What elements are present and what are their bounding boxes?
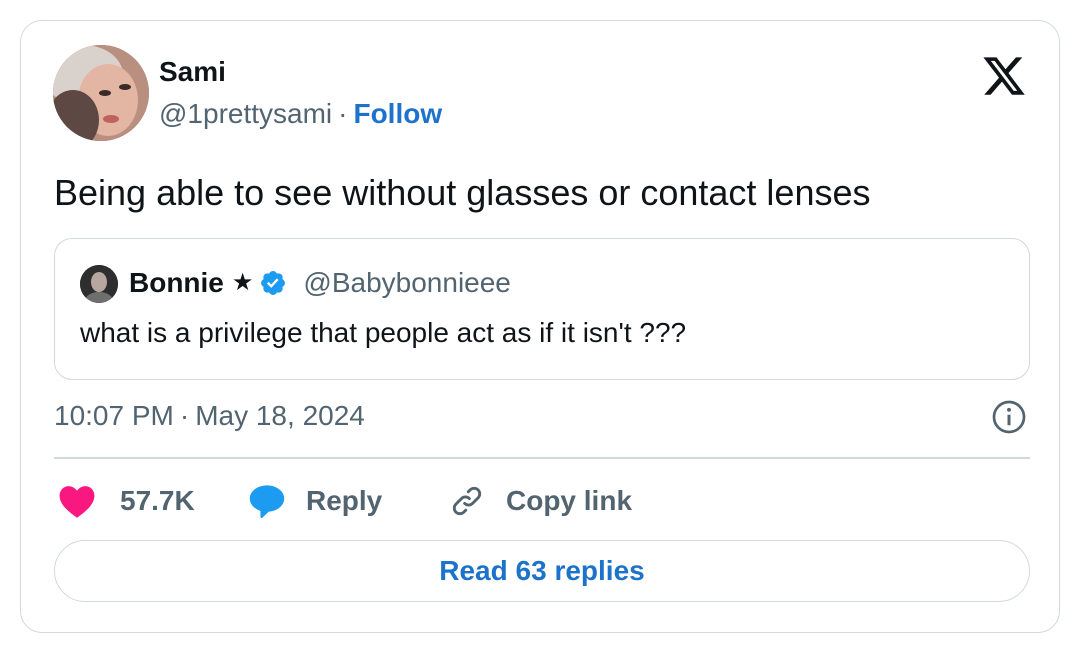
tweet-date: May 18, 2024 <box>195 400 365 431</box>
author-meta: @1prettysami · Follow <box>159 97 442 131</box>
quoted-author-name[interactable]: Bonnie <box>129 266 224 300</box>
tweet-text: Being able to see without glasses or con… <box>54 172 871 213</box>
reply-bubble-icon <box>249 485 285 519</box>
author-handle[interactable]: @1prettysami <box>159 98 332 129</box>
author-name[interactable]: Sami <box>159 55 226 89</box>
divider <box>54 457 1030 459</box>
reply-button[interactable]: Reply <box>248 479 382 523</box>
timestamp-separator: · <box>179 400 190 431</box>
tweet-time: 10:07 PM <box>54 400 174 431</box>
tweet-timestamp[interactable]: 10:07 PM · May 18, 2024 <box>54 399 365 433</box>
star-icon: ★ <box>231 269 254 296</box>
quoted-tweet-text: what is a privilege that people act as i… <box>80 317 687 348</box>
like-count: 57.7K <box>120 485 195 516</box>
quoted-author-avatar[interactable] <box>80 265 118 303</box>
quoted-header: Bonnie ★ @Babybonnieee <box>129 266 511 300</box>
copy-link-label: Copy link <box>506 485 633 516</box>
heart-icon <box>59 486 95 518</box>
follow-button[interactable]: Follow <box>353 98 442 129</box>
quoted-tweet[interactable]: Bonnie ★ @Babybonnieee what is a privile… <box>54 238 1030 380</box>
author-avatar[interactable] <box>53 45 149 141</box>
reply-label: Reply <box>306 485 383 516</box>
meta-separator: · <box>338 98 348 129</box>
tweet-card: Sami @1prettysami · Follow Being able to s… <box>20 20 1060 633</box>
read-replies-button[interactable]: Read 63 replies <box>54 540 1030 602</box>
like-button[interactable]: 57.7K <box>58 479 195 523</box>
action-bar: 57.7K Reply Copy link <box>54 479 1030 523</box>
avatar-photo-icon <box>53 45 149 141</box>
link-icon <box>452 486 482 516</box>
verified-badge-icon <box>261 271 286 295</box>
quoted-avatar-photo-icon <box>80 265 118 303</box>
x-logo-icon[interactable] <box>981 53 1027 99</box>
info-icon[interactable] <box>991 399 1027 435</box>
quoted-author-handle[interactable]: @Babybonnieee <box>303 266 510 300</box>
copy-link-button[interactable]: Copy link <box>448 479 632 523</box>
